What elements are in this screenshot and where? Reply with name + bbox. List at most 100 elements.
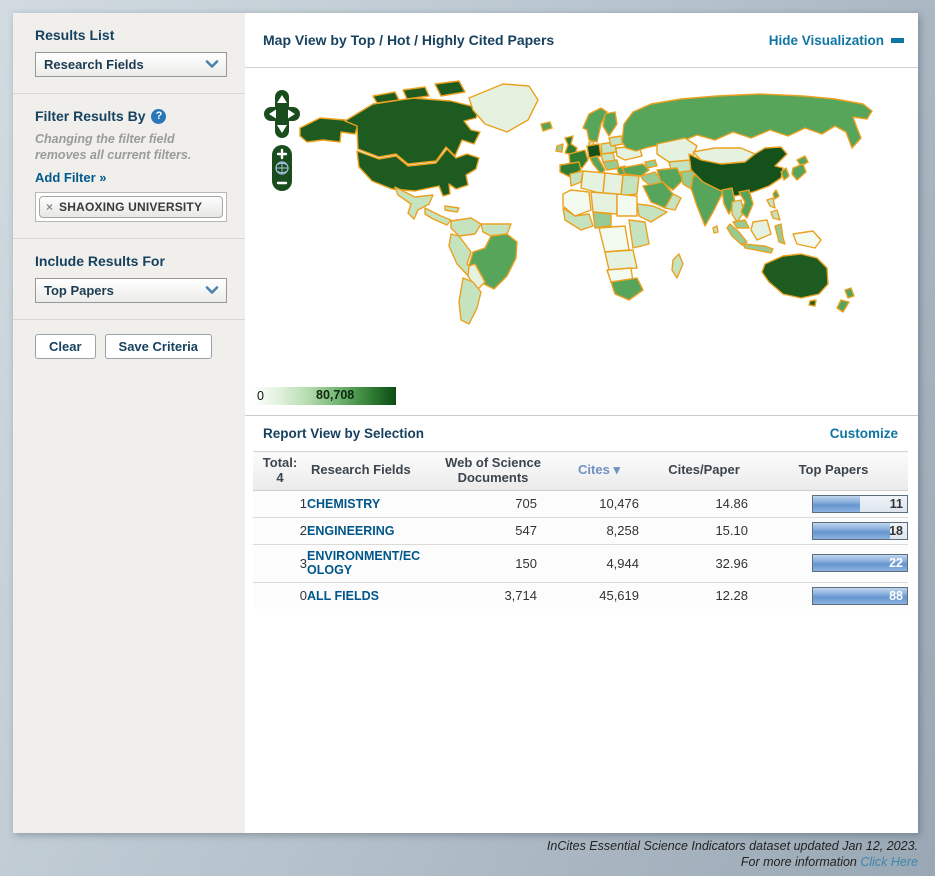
table-row: 1 CHEMISTRY 705 10,476 14.86 11 (253, 489, 908, 518)
column-header-research-fields[interactable]: Research Fields (307, 451, 437, 491)
research-field-link[interactable]: ALL FIELDS (307, 589, 379, 603)
include-results-value: Top Papers (44, 283, 114, 299)
cites-per-paper-value: 15.10 (649, 516, 759, 545)
country-colombia[interactable] (450, 217, 482, 237)
country-philippines-north[interactable] (766, 197, 776, 209)
country-iceland[interactable] (540, 121, 553, 132)
cites-value: 8,258 (549, 516, 649, 545)
wos-docs-value: 3,714 (437, 581, 549, 609)
table-row: 0 ALL FIELDS 3,714 45,619 12.28 88 (253, 581, 908, 609)
country-japan-south[interactable] (791, 163, 807, 181)
country-angola-zambia[interactable] (604, 249, 638, 271)
country-ireland[interactable] (555, 143, 564, 153)
cites-per-paper-value: 12.28 (649, 581, 759, 609)
country-greenland[interactable] (468, 83, 539, 133)
country-germany[interactable] (586, 143, 602, 159)
country-canada-island-3[interactable] (434, 80, 466, 97)
report-view-title: Report View by Selection (263, 426, 425, 441)
column-header-cites-per-paper[interactable]: Cites/Paper (649, 451, 759, 491)
column-header-top-papers[interactable]: Top Papers (759, 451, 908, 491)
country-java[interactable] (742, 243, 774, 254)
filter-heading: Filter Results By (35, 108, 146, 124)
country-nigeria[interactable] (592, 211, 612, 229)
save-criteria-button[interactable]: Save Criteria (104, 334, 213, 360)
country-philippines-south[interactable] (770, 209, 781, 221)
include-results-heading: Include Results For (35, 253, 165, 270)
country-sudan[interactable] (616, 193, 638, 217)
filter-tag[interactable]: × SHAOXING UNIVERSITY (39, 196, 223, 219)
country-malaysia[interactable] (732, 219, 750, 229)
click-here-link[interactable]: Click Here (860, 855, 918, 869)
filter-tag-container: × SHAOXING UNIVERSITY (35, 192, 227, 223)
filter-tag-label: SHAOXING UNIVERSITY (59, 200, 203, 215)
country-tasmania[interactable] (808, 299, 817, 307)
row-rank: 0 (253, 581, 307, 609)
customize-link[interactable]: Customize (830, 426, 898, 441)
include-results-dropdown[interactable]: Top Papers (35, 278, 227, 304)
country-algeria[interactable] (580, 170, 606, 195)
country-south-africa[interactable] (610, 277, 644, 301)
cites-value: 45,619 (549, 581, 649, 609)
legend-min-value: 0 (257, 389, 264, 403)
country-niger-chad[interactable] (590, 191, 618, 215)
research-field-link[interactable]: ENGINEERING (307, 524, 395, 538)
country-russia[interactable] (621, 93, 873, 152)
country-finland[interactable] (602, 111, 618, 137)
help-icon[interactable]: ? (151, 108, 167, 124)
cites-per-paper-value: 32.96 (649, 543, 759, 583)
column-header-wos-documents[interactable]: Web of Science Documents (437, 451, 549, 491)
results-list-heading: Results List (35, 27, 115, 43)
country-egypt[interactable] (620, 174, 640, 197)
top-papers-bar[interactable]: 88 (812, 586, 908, 605)
chevron-down-icon (205, 56, 219, 74)
remove-filter-icon[interactable]: × (46, 201, 53, 213)
wos-docs-value: 705 (437, 489, 549, 518)
wos-docs-value: 547 (437, 516, 549, 545)
results-list-value: Research Fields (44, 57, 144, 72)
filter-section: Filter Results By ? Changing the filter … (13, 94, 245, 240)
results-list-dropdown[interactable]: Research Fields (35, 52, 227, 77)
clear-button[interactable]: Clear (35, 334, 96, 360)
row-rank: 1 (253, 489, 307, 518)
country-east-africa[interactable] (628, 219, 650, 249)
country-borneo[interactable] (750, 219, 772, 241)
cites-per-paper-value: 14.86 (649, 489, 759, 518)
country-cuba[interactable] (444, 205, 460, 213)
top-papers-bar[interactable]: 22 (812, 554, 908, 573)
report-table: Total: 4 Research Fields Web of Science D… (253, 451, 908, 609)
sidebar: Results List Research Fields Filter Resu… (13, 13, 245, 833)
add-filter-link[interactable]: Add Filter » (35, 170, 107, 185)
country-baltics[interactable] (608, 135, 624, 147)
country-canada-island-2[interactable] (402, 86, 430, 100)
table-row: 3 ENVIRONMENT/ECOLOGY 150 4,944 32.96 22 (253, 543, 908, 583)
chevron-down-icon (205, 282, 219, 300)
research-field-link[interactable]: ENVIRONMENT/ECOLOGY (307, 549, 423, 578)
top-papers-bar[interactable]: 11 (812, 494, 908, 513)
map-view-title: Map View by Top / Hot / Highly Cited Pap… (263, 32, 555, 48)
country-sri-lanka[interactable] (712, 225, 719, 234)
map-view-header: Map View by Top / Hot / Highly Cited Pap… (245, 13, 918, 68)
zoom-control (272, 145, 292, 191)
table-row: 2 ENGINEERING 547 8,258 15.10 18 (253, 516, 908, 545)
column-header-cites[interactable]: Cites ▾ (549, 451, 649, 491)
country-sulawesi[interactable] (774, 223, 786, 245)
top-papers-bar[interactable]: 18 (812, 521, 908, 540)
country-congo[interactable] (598, 225, 630, 253)
row-rank: 3 (253, 543, 307, 583)
legend-max-value: 80,708 (316, 388, 355, 402)
report-view-header: Report View by Selection Customize (245, 416, 918, 451)
country-caucasus[interactable] (644, 159, 658, 169)
country-new-guinea[interactable] (792, 230, 822, 249)
hide-visualization-link[interactable]: Hide Visualization (769, 33, 904, 48)
country-madagascar[interactable] (671, 253, 684, 279)
wos-docs-value: 150 (437, 543, 549, 583)
world-choropleth-map[interactable] (245, 68, 918, 415)
country-australia[interactable] (761, 253, 829, 299)
dataset-footer: InCites Essential Science Indicators dat… (547, 839, 918, 870)
sort-descending-icon: ▾ (613, 462, 620, 478)
research-field-link[interactable]: CHEMISTRY (307, 497, 380, 511)
country-nz-south[interactable] (836, 299, 850, 313)
table-header-row: Total: 4 Research Fields Web of Science D… (253, 451, 908, 491)
country-taiwan[interactable] (772, 189, 780, 200)
country-nz-north[interactable] (844, 287, 855, 299)
